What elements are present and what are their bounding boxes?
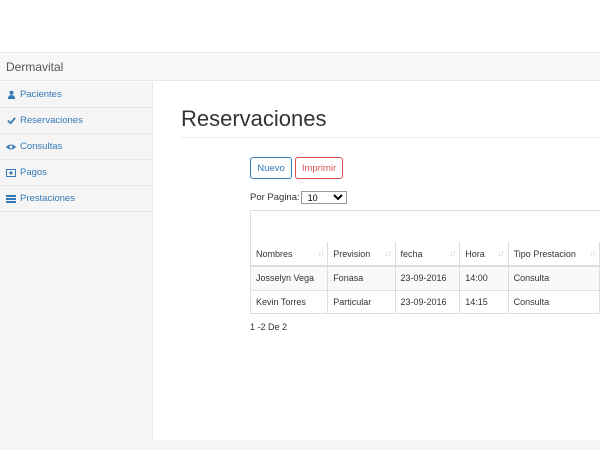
money-icon (6, 168, 16, 178)
sidebar-item-label: Pagos (20, 167, 47, 178)
reservations-table-container: Nombres ↓↑ Prevision ↓↑ fecha ↓↑ Hora ↓↑ Tip… (250, 210, 600, 314)
sidebar-item-pagos[interactable]: Pagos (0, 160, 152, 186)
top-navbar: Dermavital (0, 52, 600, 81)
column-header-nombres[interactable]: Nombres ↓↑ (251, 242, 329, 267)
cell-tipo-prestacion: Consulta (508, 265, 600, 290)
page-title: Reservaciones (181, 106, 327, 131)
sidebar-item-label: Pacientes (20, 89, 62, 100)
print-button[interactable]: Imprimir (295, 157, 343, 179)
eye-icon (6, 142, 16, 152)
sidebar-item-pacientes[interactable]: Pacientes (0, 82, 152, 108)
cell-fecha: 23-09-2016 (395, 289, 461, 314)
table-row[interactable]: Josselyn Vega Fonasa 23-09-2016 14:00 Co… (251, 265, 600, 290)
column-header-tipo-prestacion[interactable]: Tipo Prestacion ↓↑ (508, 242, 600, 267)
cell-prevision: Fonasa (327, 265, 396, 290)
main-content: Reservaciones Nuevo Imprimir Por Pagina:… (154, 82, 600, 440)
per-page-select[interactable]: 10 (300, 191, 347, 204)
sidebar-item-label: Prestaciones (20, 193, 75, 204)
new-button[interactable]: Nuevo (250, 157, 292, 179)
sort-icon[interactable]: ↓↑ (385, 249, 392, 258)
title-divider (181, 137, 600, 138)
sort-icon[interactable]: ↓↑ (449, 249, 456, 258)
table-row[interactable]: Kevin Torres Particular 23-09-2016 14:15… (251, 289, 600, 314)
user-icon (6, 90, 16, 100)
sidebar-item-prestaciones[interactable]: Prestaciones (0, 186, 152, 212)
column-header-label: Prevision (333, 248, 371, 259)
cell-hora: 14:00 (459, 265, 509, 290)
sort-icon[interactable]: ↓↑ (498, 249, 505, 258)
cell-hora: 14:15 (459, 289, 509, 314)
brand-name[interactable]: Dermavital (6, 60, 63, 74)
cell-nombres: Kevin Torres (251, 289, 329, 314)
reservations-table: Nombres ↓↑ Prevision ↓↑ fecha ↓↑ Hora ↓↑ Tip… (251, 242, 600, 314)
per-page-label: Por Pagina: (250, 192, 300, 203)
sort-icon[interactable]: ↓↑ (317, 249, 324, 258)
list-icon (6, 194, 16, 204)
column-header-label: Tipo Prestacion (513, 248, 576, 259)
column-header-prevision[interactable]: Prevision ↓↑ (327, 242, 396, 267)
cell-nombres: Josselyn Vega (251, 265, 329, 290)
footer-strip (0, 440, 600, 450)
column-header-label: fecha (400, 248, 423, 259)
sidebar-item-label: Reservaciones (20, 115, 83, 126)
sidebar: Pacientes Reservaciones Consultas Pagos … (0, 82, 153, 440)
sidebar-item-label: Consultas (20, 141, 63, 152)
sidebar-item-consultas[interactable]: Consultas (0, 134, 152, 160)
column-header-hora[interactable]: Hora ↓↑ (459, 242, 509, 267)
sort-icon[interactable]: ↓↑ (589, 249, 596, 258)
pagination-info: 1 -2 De 2 (250, 322, 288, 332)
sidebar-item-reservaciones[interactable]: Reservaciones (0, 108, 152, 134)
per-page-control: Por Pagina: 10 (250, 191, 347, 204)
column-header-label: Hora (465, 248, 485, 259)
cell-prevision: Particular (327, 289, 396, 314)
cell-tipo-prestacion: Consulta (508, 289, 600, 314)
cell-fecha: 23-09-2016 (395, 265, 461, 290)
column-header-fecha[interactable]: fecha ↓↑ (395, 242, 461, 267)
check-icon (6, 116, 16, 126)
column-header-label: Nombres (256, 248, 293, 259)
table-header-row: Nombres ↓↑ Prevision ↓↑ fecha ↓↑ Hora ↓↑ Tip… (251, 242, 600, 267)
